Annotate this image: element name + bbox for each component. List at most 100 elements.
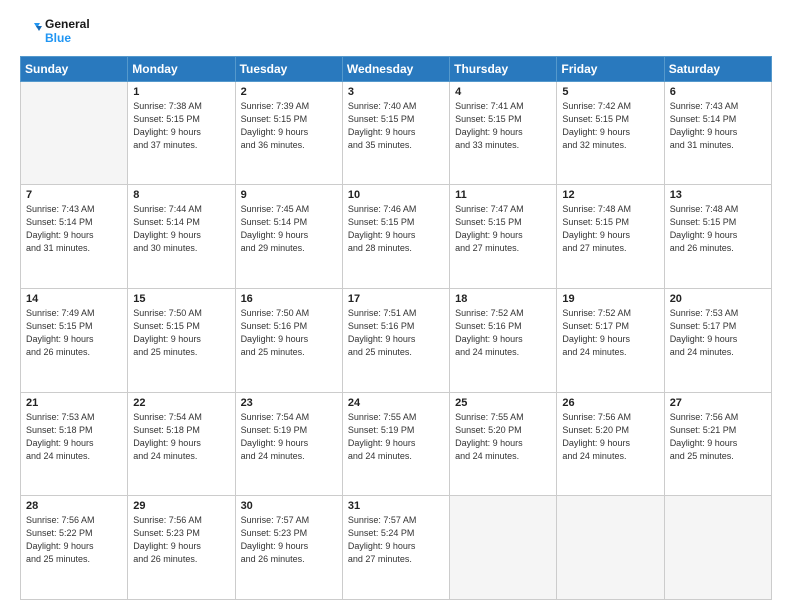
day-info: Sunrise: 7:47 AM Sunset: 5:15 PM Dayligh… [455,203,551,255]
calendar-day [21,81,128,185]
calendar-day: 5 Sunrise: 7:42 AM Sunset: 5:15 PM Daylig… [557,81,664,185]
calendar-day: 28Sunrise: 7:56 AM Sunset: 5:22 PM Dayli… [21,496,128,600]
day-number: 4 [455,86,551,98]
calendar-day [450,496,557,600]
day-number: 10 [348,189,444,201]
weekday-header-monday: Monday [128,56,235,81]
day-info: Sunrise: 7:51 AM Sunset: 5:16 PM Dayligh… [348,307,444,359]
day-number: 15 [133,293,229,305]
day-number: 26 [562,397,658,409]
day-number: 29 [133,500,229,512]
day-info: Sunrise: 7:48 AM Sunset: 5:15 PM Dayligh… [562,203,658,255]
day-number: 28 [26,500,122,512]
day-number: 18 [455,293,551,305]
day-info: Sunrise: 7:49 AM Sunset: 5:15 PM Dayligh… [26,307,122,359]
calendar-week-2: 7 Sunrise: 7:43 AM Sunset: 5:14 PM Daylig… [21,185,772,289]
calendar-day: 15 Sunrise: 7:50 AM Sunset: 5:15 PM Dayli… [128,288,235,392]
calendar-day: 12 Sunrise: 7:48 AM Sunset: 5:15 PM Dayli… [557,185,664,289]
day-info: Sunrise: 7:45 AM Sunset: 5:14 PM Dayligh… [241,203,337,255]
calendar-day: 27 Sunrise: 7:56 AM Sunset: 5:21 PM Dayli… [664,392,771,496]
day-info: Sunrise: 7:53 AM Sunset: 5:18 PM Dayligh… [26,411,122,463]
calendar-day: 1Sunrise: 7:38 AM Sunset: 5:15 PM Daylig… [128,81,235,185]
calendar-day [664,496,771,600]
day-info: Sunrise: 7:52 AM Sunset: 5:16 PM Dayligh… [455,307,551,359]
day-info: Sunrise: 7:57 AM Sunset: 5:23 PM Dayligh… [241,514,337,566]
day-info: Sunrise: 7:55 AM Sunset: 5:20 PM Dayligh… [455,411,551,463]
day-info: Sunrise: 7:57 AM Sunset: 5:24 PM Dayligh… [348,514,444,566]
day-number: 2 [241,86,337,98]
page: General Blue SundayMondayTuesdayWednesda… [0,0,792,612]
calendar-day: 8 Sunrise: 7:44 AM Sunset: 5:14 PM Daylig… [128,185,235,289]
day-info: Sunrise: 7:55 AM Sunset: 5:19 PM Dayligh… [348,411,444,463]
calendar-day: 29 Sunrise: 7:56 AM Sunset: 5:23 PM Dayli… [128,496,235,600]
calendar-day [557,496,664,600]
calendar-day: 7 Sunrise: 7:43 AM Sunset: 5:14 PM Daylig… [21,185,128,289]
calendar-day: 19 Sunrise: 7:52 AM Sunset: 5:17 PM Dayli… [557,288,664,392]
day-number: 6 [670,86,766,98]
day-info: Sunrise: 7:53 AM Sunset: 5:17 PM Dayligh… [670,307,766,359]
header: General Blue [20,18,772,46]
calendar-day: 26Sunrise: 7:56 AM Sunset: 5:20 PM Dayli… [557,392,664,496]
day-info: Sunrise: 7:56 AM Sunset: 5:23 PM Dayligh… [133,514,229,566]
day-number: 12 [562,189,658,201]
day-info: Sunrise: 7:39 AM Sunset: 5:15 PM Dayligh… [241,100,337,152]
calendar-week-3: 14Sunrise: 7:49 AM Sunset: 5:15 PM Dayli… [21,288,772,392]
weekday-header-thursday: Thursday [450,56,557,81]
calendar-day: 14Sunrise: 7:49 AM Sunset: 5:15 PM Dayli… [21,288,128,392]
calendar-day: 9 Sunrise: 7:45 AM Sunset: 5:14 PM Daylig… [235,185,342,289]
day-number: 19 [562,293,658,305]
day-info: Sunrise: 7:42 AM Sunset: 5:15 PM Dayligh… [562,100,658,152]
day-number: 20 [670,293,766,305]
calendar-day: 31 Sunrise: 7:57 AM Sunset: 5:24 PM Dayli… [342,496,449,600]
day-info: Sunrise: 7:41 AM Sunset: 5:15 PM Dayligh… [455,100,551,152]
day-number: 21 [26,397,122,409]
day-info: Sunrise: 7:52 AM Sunset: 5:17 PM Dayligh… [562,307,658,359]
day-number: 24 [348,397,444,409]
calendar-day: 20 Sunrise: 7:53 AM Sunset: 5:17 PM Dayli… [664,288,771,392]
day-number: 9 [241,189,337,201]
day-number: 13 [670,189,766,201]
day-info: Sunrise: 7:40 AM Sunset: 5:15 PM Dayligh… [348,100,444,152]
weekday-header-friday: Friday [557,56,664,81]
calendar-day: 22 Sunrise: 7:54 AM Sunset: 5:18 PM Dayli… [128,392,235,496]
calendar-day: 18 Sunrise: 7:52 AM Sunset: 5:16 PM Dayli… [450,288,557,392]
day-number: 17 [348,293,444,305]
weekday-header-tuesday: Tuesday [235,56,342,81]
day-info: Sunrise: 7:38 AM Sunset: 5:15 PM Dayligh… [133,100,229,152]
day-number: 5 [562,86,658,98]
calendar-day: 30Sunrise: 7:57 AM Sunset: 5:23 PM Dayli… [235,496,342,600]
day-number: 23 [241,397,337,409]
day-info: Sunrise: 7:54 AM Sunset: 5:18 PM Dayligh… [133,411,229,463]
calendar-day: 17 Sunrise: 7:51 AM Sunset: 5:16 PM Dayli… [342,288,449,392]
calendar-day: 21 Sunrise: 7:53 AM Sunset: 5:18 PM Dayli… [21,392,128,496]
day-number: 27 [670,397,766,409]
calendar-day: 16Sunrise: 7:50 AM Sunset: 5:16 PM Dayli… [235,288,342,392]
calendar-day: 13 Sunrise: 7:48 AM Sunset: 5:15 PM Dayli… [664,185,771,289]
day-info: Sunrise: 7:56 AM Sunset: 5:21 PM Dayligh… [670,411,766,463]
day-number: 7 [26,189,122,201]
day-number: 3 [348,86,444,98]
calendar-day: 4 Sunrise: 7:41 AM Sunset: 5:15 PM Daylig… [450,81,557,185]
weekday-header-saturday: Saturday [664,56,771,81]
calendar-week-4: 21 Sunrise: 7:53 AM Sunset: 5:18 PM Dayli… [21,392,772,496]
day-number: 22 [133,397,229,409]
logo-blue-text: Blue [45,32,90,46]
day-number: 8 [133,189,229,201]
day-info: Sunrise: 7:50 AM Sunset: 5:15 PM Dayligh… [133,307,229,359]
calendar-day: 25 Sunrise: 7:55 AM Sunset: 5:20 PM Dayli… [450,392,557,496]
calendar-day: 10Sunrise: 7:46 AM Sunset: 5:15 PM Dayli… [342,185,449,289]
day-number: 31 [348,500,444,512]
calendar-day: 2 Sunrise: 7:39 AM Sunset: 5:15 PM Daylig… [235,81,342,185]
calendar-day: 11Sunrise: 7:47 AM Sunset: 5:15 PM Dayli… [450,185,557,289]
day-info: Sunrise: 7:43 AM Sunset: 5:14 PM Dayligh… [26,203,122,255]
calendar-table: SundayMondayTuesdayWednesdayThursdayFrid… [20,56,772,600]
weekday-header-wednesday: Wednesday [342,56,449,81]
logo-general-text: General [45,18,90,32]
weekday-header-sunday: Sunday [21,56,128,81]
day-info: Sunrise: 7:48 AM Sunset: 5:15 PM Dayligh… [670,203,766,255]
day-number: 25 [455,397,551,409]
day-info: Sunrise: 7:44 AM Sunset: 5:14 PM Dayligh… [133,203,229,255]
logo-svg-icon [20,21,42,43]
day-info: Sunrise: 7:50 AM Sunset: 5:16 PM Dayligh… [241,307,337,359]
calendar-day: 3 Sunrise: 7:40 AM Sunset: 5:15 PM Daylig… [342,81,449,185]
